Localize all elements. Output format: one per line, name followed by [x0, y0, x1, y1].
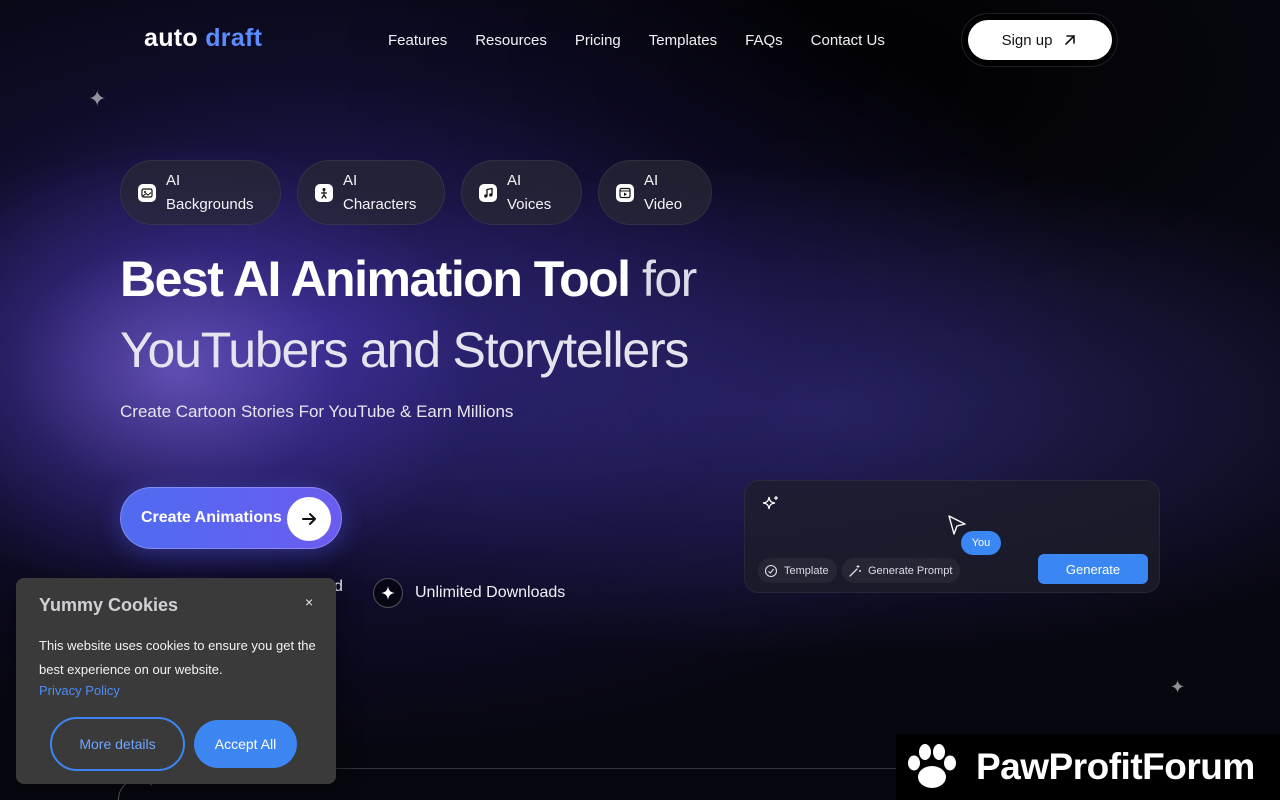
- magic-sparkles-icon: [762, 496, 778, 510]
- person-icon: [315, 183, 333, 202]
- watermark: PawProfitForum: [896, 734, 1280, 800]
- hero-title-light: for: [629, 251, 697, 307]
- feature-unlimited-downloads: Unlimited Downloads: [373, 578, 565, 608]
- pill-label-line2: Video: [644, 195, 683, 213]
- arrow-right-icon: [287, 497, 331, 541]
- cookie-body: This website uses cookies to ensure you …: [39, 638, 316, 677]
- close-icon[interactable]: ×: [305, 594, 313, 610]
- cta-label: Create Animations: [141, 509, 282, 526]
- nav-faqs[interactable]: FAQs: [745, 32, 783, 49]
- generate-prompt-chip[interactable]: Generate Prompt: [842, 558, 961, 583]
- pill-label-line1: AI: [507, 171, 522, 189]
- pill-label-line1: AI: [343, 171, 358, 189]
- cookie-title: Yummy Cookies: [39, 595, 179, 615]
- generate-button[interactable]: Generate: [1038, 554, 1148, 584]
- generate-prompt-label: Generate Prompt: [868, 564, 953, 577]
- sparkle-decoration-icon: ✦: [1170, 677, 1186, 698]
- pill-label-line2: Characters: [343, 195, 417, 213]
- accept-all-button[interactable]: Accept All: [194, 720, 297, 768]
- privacy-policy-link[interactable]: Privacy Policy: [39, 683, 120, 698]
- nav-contact-us[interactable]: Contact Us: [811, 32, 885, 49]
- pill-label-line2: Backgrounds: [166, 195, 254, 213]
- arrow-up-right-icon: [1065, 35, 1076, 45]
- video-icon: [616, 183, 634, 202]
- hero-subtitle: Create Cartoon Stories For YouTube & Ear…: [120, 402, 514, 421]
- feature-label: Unlimited Downloads: [415, 584, 566, 601]
- pill-ai-voices[interactable]: AI Voices: [461, 160, 582, 225]
- music-icon: [479, 183, 497, 202]
- create-animations-button[interactable]: Create Animations: [120, 487, 342, 549]
- pill-ai-characters[interactable]: AI Characters: [297, 160, 445, 225]
- more-details-button[interactable]: More details: [50, 717, 185, 771]
- hero-title: Best AI Animation Tool for: [120, 250, 697, 308]
- magic-wand-icon: [849, 564, 861, 577]
- hero-title-line2: YouTubers and Storytellers: [120, 322, 689, 378]
- main-nav: Features Resources Pricing Templates FAQ…: [388, 32, 885, 49]
- brand-logo[interactable]: auto draft: [144, 24, 262, 53]
- pill-label-line1: AI: [166, 171, 181, 189]
- logo-word-draft: draft: [205, 24, 263, 52]
- watermark-text: PawProfitForum: [976, 746, 1255, 787]
- nav-features[interactable]: Features: [388, 32, 447, 49]
- template-icon: [764, 564, 778, 577]
- pill-label-line2: Voices: [507, 195, 552, 213]
- logo-word-auto: auto: [144, 24, 198, 52]
- sparkle-decoration-icon: ✦: [88, 87, 107, 112]
- image-icon: [138, 183, 156, 202]
- signup-container: Sign up: [961, 13, 1118, 67]
- pill-ai-video[interactable]: AI Video: [598, 160, 712, 225]
- nav-pricing[interactable]: Pricing: [575, 32, 621, 49]
- prompt-panel: You Template Generate Prompt Generate: [744, 480, 1160, 593]
- sparkle-icon: [373, 578, 403, 608]
- signup-label: Sign up: [1001, 31, 1053, 49]
- paw-icon: [908, 744, 956, 788]
- nav-templates[interactable]: Templates: [649, 32, 717, 49]
- pill-ai-backgrounds[interactable]: AI Backgrounds: [120, 160, 281, 225]
- template-chip-label: Template: [784, 564, 829, 577]
- template-chip[interactable]: Template: [758, 558, 837, 583]
- signup-button[interactable]: Sign up: [968, 20, 1112, 60]
- pill-label-line1: AI: [644, 171, 659, 189]
- cookie-banner: Yummy Cookies × This website uses cookie…: [16, 578, 336, 784]
- hero-title-bold: Best AI Animation Tool: [120, 251, 631, 307]
- you-label-badge: You: [961, 531, 1001, 555]
- nav-resources[interactable]: Resources: [475, 32, 547, 49]
